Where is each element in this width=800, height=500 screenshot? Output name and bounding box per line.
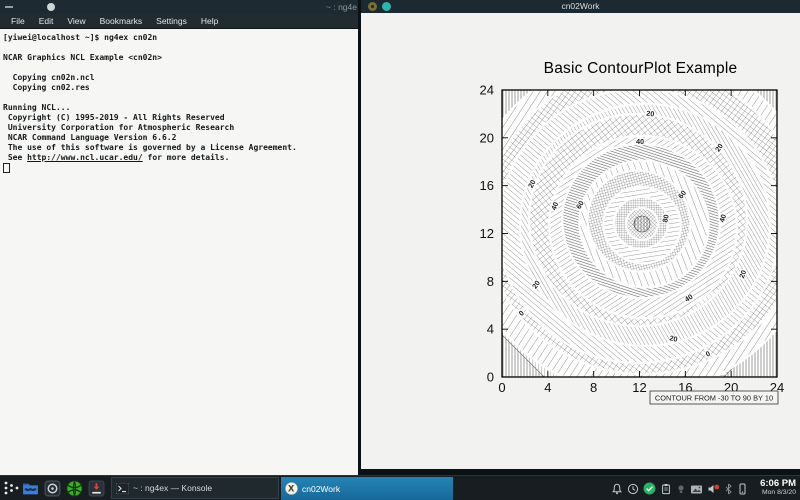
terminal-line: NCAR Graphics NCL Example <cn02n>	[3, 53, 359, 63]
terminal-line: NCAR Command Language Version 6.6.2	[3, 133, 359, 143]
menu-item-bookmarks[interactable]: Bookmarks	[93, 16, 150, 26]
desktop: ~ : ng4e File Edit View Bookmarks Settin…	[0, 0, 800, 500]
notifications-icon[interactable]	[611, 483, 623, 495]
y-axis-tick-label: 20	[480, 130, 494, 145]
window-pin-icon[interactable]	[5, 6, 13, 8]
taskbar-task-konsole[interactable]: ~ : ng4ex — Konsole	[111, 477, 279, 499]
y-axis-tick-label: 16	[480, 178, 494, 193]
terminal-title: ~ : ng4e	[326, 2, 357, 12]
y-axis-tick-label: 4	[487, 322, 494, 337]
terminal-menubar: File Edit View Bookmarks Settings Help	[0, 14, 362, 29]
terminal-link[interactable]: http://www.ncl.ucar.edu/	[27, 153, 143, 162]
ncar-graphics-ball-icon[interactable]	[66, 480, 83, 497]
app-launcher-icon[interactable]	[3, 479, 21, 497]
terminal-line: Copying cn02.res	[3, 83, 359, 93]
x-axis-tick-label: 12	[632, 380, 646, 395]
contour-label: 40	[636, 137, 644, 146]
volume-muted-icon[interactable]	[707, 483, 720, 495]
plot-titlebar[interactable]: cn02Work	[361, 0, 800, 13]
status-ok-icon[interactable]	[643, 482, 656, 495]
contour-label: 20	[646, 109, 655, 119]
plot-window-content: cn02Work Basic ContourPlot Example	[361, 0, 800, 469]
terminal-line: University Corporation for Atmospheric R…	[3, 123, 359, 133]
plot-window-title: cn02Work	[361, 1, 800, 11]
clock-date: Mon 8/3/20	[750, 489, 796, 497]
clipboard-icon[interactable]	[660, 483, 672, 495]
y-axis-tick-label: 24	[480, 83, 494, 98]
terminal-line	[3, 93, 359, 103]
x-axis-tick-label: 8	[590, 380, 597, 395]
terminal-line: Copyright (C) 1995-2019 - All Rights Res…	[3, 113, 359, 123]
clock-icon[interactable]	[627, 483, 639, 495]
terminal-cursor-line	[3, 163, 359, 173]
device-connect-icon[interactable]	[737, 483, 748, 495]
screenshot-tool-icon[interactable]	[690, 483, 703, 495]
xorg-icon: X X	[285, 482, 298, 495]
terminal-cursor	[3, 163, 10, 173]
y-axis-tick-label: 12	[480, 226, 494, 241]
terminal-output[interactable]: [yiwei@localhost ~]$ ng4ex cn02n NCAR Gra…	[0, 29, 362, 475]
terminal-titlebar[interactable]: ~ : ng4e	[0, 0, 362, 14]
x-axis-tick-label: 0	[498, 380, 505, 395]
svg-text:X: X	[288, 483, 294, 493]
contour-info-text: CONTOUR FROM -30 TO 90 BY 10	[655, 394, 773, 403]
menu-item-settings[interactable]: Settings	[149, 16, 194, 26]
contour-plot: 2040202040606080402020040200 04812162024…	[450, 55, 800, 430]
contour-info-box: CONTOUR FROM -30 TO 90 BY 10	[650, 391, 778, 404]
terminal-line: [yiwei@localhost ~]$ ng4ex cn02n	[3, 33, 359, 43]
terminal-line: See http://www.ncl.ucar.edu/ for more de…	[3, 153, 359, 163]
task-label: cn02Work	[302, 484, 340, 494]
file-manager-icon[interactable]	[22, 480, 39, 497]
system-tray	[611, 482, 748, 495]
menu-item-help[interactable]: Help	[194, 16, 225, 26]
konsole-icon	[116, 483, 129, 494]
window-button-icon[interactable]	[47, 3, 55, 11]
clock-widget[interactable]: 6:06 PM Mon 8/3/20	[750, 478, 796, 497]
terminal-line: The use of this software is governed by …	[3, 143, 359, 153]
menu-item-edit[interactable]: Edit	[32, 16, 61, 26]
terminal-line	[3, 43, 359, 53]
clock-time: 6:06 PM	[750, 478, 796, 489]
task-label: ~ : ng4ex — Konsole	[133, 483, 212, 493]
plot-window: cn02Work Basic ContourPlot Example	[358, 0, 800, 475]
x-axis-tick-label: 4	[544, 380, 551, 395]
y-axis-tick-label: 8	[487, 274, 494, 289]
media-player-icon[interactable]	[44, 480, 61, 497]
y-axis-tick-label: 0	[487, 370, 494, 385]
package-installer-icon[interactable]	[88, 480, 105, 497]
menu-item-file[interactable]: File	[4, 16, 32, 26]
terminal-window: ~ : ng4e File Edit View Bookmarks Settin…	[0, 0, 362, 475]
terminal-line: Running NCL...	[3, 103, 359, 113]
taskbar: ~ : ng4ex — Konsole X X cn02Work	[0, 475, 800, 500]
bluetooth-icon[interactable]	[724, 483, 733, 495]
brightness-icon[interactable]	[676, 483, 686, 495]
menu-item-view[interactable]: View	[60, 16, 92, 26]
terminal-line: Copying cn02n.ncl	[3, 73, 359, 83]
terminal-line	[3, 63, 359, 73]
taskbar-task-cn02work[interactable]: X X cn02Work	[281, 477, 453, 500]
